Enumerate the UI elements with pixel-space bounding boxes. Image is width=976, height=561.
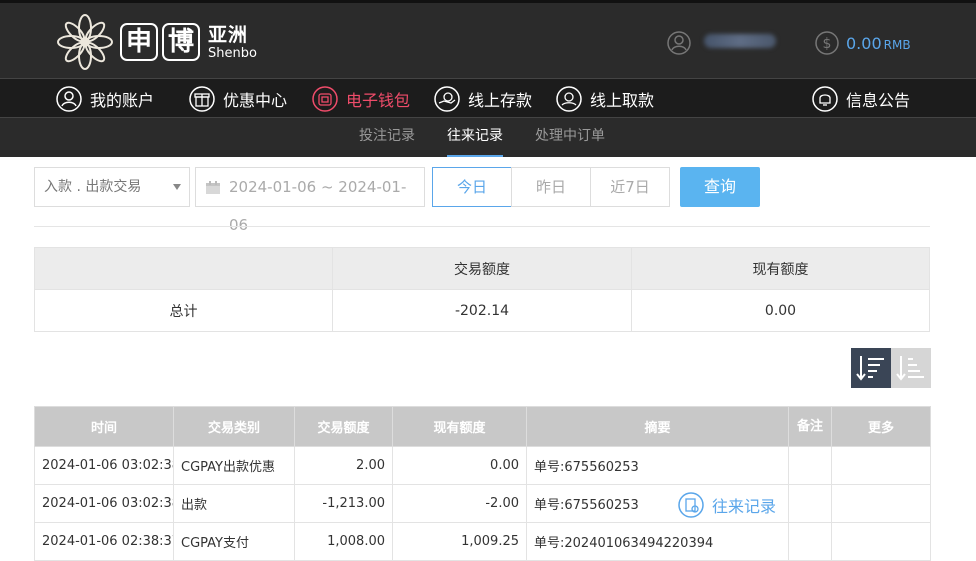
cell-amount: 1,008.00	[294, 522, 393, 561]
cell-more[interactable]	[831, 522, 931, 561]
last-7-days-button[interactable]: 近7日	[590, 167, 670, 207]
sort-asc-button[interactable]	[891, 348, 931, 388]
cell-more[interactable]	[831, 446, 931, 485]
main-nav: 我的账户 优惠中心 电子钱包 线上存款 线上取款 往来记录 信息公告	[0, 78, 976, 518]
svg-text:$: $	[823, 36, 832, 52]
today-button[interactable]: 今日	[432, 167, 512, 207]
col-header-remark[interactable]: 备注	[788, 406, 832, 447]
cell-remark	[788, 522, 832, 561]
tab-pending-orders[interactable]: 处理中订单	[535, 118, 605, 157]
summary-table: 交易额度 现有额度 总计 -202.14 0.00	[34, 247, 930, 332]
flower-logo-icon	[57, 14, 113, 70]
summary-total-label: 总计	[34, 289, 333, 332]
cell-balance: 0.00	[392, 446, 527, 485]
nav-item-announcements[interactable]: 信息公告	[812, 79, 910, 119]
cell-summary: 单号:675560253	[526, 484, 789, 523]
username-redacted	[704, 34, 776, 48]
col-header-more[interactable]: 更多	[831, 406, 931, 447]
cell-summary: 单号:202401063494220394	[526, 522, 789, 561]
cell-balance: 1,009.25	[392, 522, 527, 561]
divider	[34, 226, 930, 227]
logo-char-1: 申	[120, 23, 158, 61]
cell-more[interactable]	[831, 484, 931, 523]
sort-desc-icon	[856, 356, 884, 381]
summary-total-amount: -202.14	[332, 289, 632, 332]
records-table: 时间 交易类别 交易额度 现有额度 摘要 备注 更多 2024-01-06 03…	[34, 406, 931, 561]
sort-toggle	[851, 348, 931, 388]
cell-time: 2024-01-06 02:38:37	[34, 522, 174, 561]
table-row: 2024-01-06 02:38:37 CGPAY支付 1,008.00 1,0…	[34, 522, 931, 561]
nav-item-my-account[interactable]: 我的账户	[56, 79, 154, 119]
table-row: 2024-01-06 03:02:38 CGPAY出款优惠 2.00 0.00 …	[34, 446, 931, 485]
nav-item-online-deposit[interactable]: 线上存款	[434, 79, 532, 119]
yesterday-button[interactable]: 昨日	[511, 167, 591, 207]
cell-balance: -2.00	[392, 484, 527, 523]
sub-nav: 投注记录 往来记录 处理中订单	[0, 118, 976, 157]
cell-amount: 2.00	[294, 446, 393, 485]
withdraw-icon	[556, 86, 582, 112]
summary-header-balance: 现有额度	[631, 247, 930, 290]
nav-item-online-withdraw[interactable]: 线上取款	[556, 79, 654, 119]
calendar-icon	[206, 181, 220, 194]
cell-time: 2024-01-06 03:02:38	[34, 446, 174, 485]
brand-name-cn: 亚洲	[208, 23, 249, 46]
col-header-amount[interactable]: 交易额度	[294, 406, 393, 447]
table-row: 2024-01-06 03:02:38 出款 -1,213.00 -2.00 单…	[34, 484, 931, 523]
user-icon	[56, 86, 82, 112]
logo[interactable]: 申 博 亚洲 Shenbo	[54, 11, 257, 73]
cell-type: 出款	[173, 484, 295, 523]
col-header-summary[interactable]: 摘要	[526, 406, 789, 447]
sort-desc-button[interactable]	[851, 348, 891, 388]
cell-time: 2024-01-06 03:02:38	[34, 484, 174, 523]
deposit-icon	[434, 86, 460, 112]
transaction-type-select[interactable]: 入款 . 出款交易	[34, 167, 190, 207]
search-button[interactable]: 查询	[680, 167, 760, 207]
cell-remark	[788, 484, 832, 523]
gift-icon	[189, 86, 215, 112]
col-header-type[interactable]: 交易类别	[173, 406, 295, 447]
col-header-time[interactable]: 时间	[34, 406, 174, 447]
cell-summary: 单号:675560253	[526, 446, 789, 485]
col-header-balance[interactable]: 现有额度	[392, 406, 527, 447]
user-avatar-icon[interactable]	[667, 31, 691, 55]
brand-name-en: Shenbo	[208, 45, 257, 61]
bell-icon	[812, 86, 838, 112]
summary-header-empty	[34, 247, 333, 290]
cell-remark	[788, 446, 832, 485]
logo-char-2: 博	[162, 23, 200, 61]
sort-asc-icon	[896, 356, 924, 381]
account-balance: 0.00 RMB	[846, 34, 911, 53]
nav-item-e-wallet[interactable]: 电子钱包	[312, 79, 410, 119]
tab-transaction-records[interactable]: 往来记录	[447, 118, 503, 157]
cell-type: CGPAY出款优惠	[173, 446, 295, 485]
coin-icon: $	[815, 31, 839, 55]
cell-amount: -1,213.00	[294, 484, 393, 523]
top-header: 申 博 亚洲 Shenbo $ 0.00 RMB	[0, 0, 976, 78]
cell-type: CGPAY支付	[173, 522, 295, 561]
summary-header-amount: 交易额度	[332, 247, 632, 290]
wallet-icon	[312, 86, 338, 112]
tab-bet-records[interactable]: 投注记录	[359, 118, 415, 157]
date-range-input[interactable]: 2024-01-06 ~ 2024-01-06	[195, 167, 425, 234]
nav-item-promotions[interactable]: 优惠中心	[189, 79, 287, 119]
summary-total-balance: 0.00	[631, 289, 930, 332]
caret-down-icon	[173, 184, 181, 190]
